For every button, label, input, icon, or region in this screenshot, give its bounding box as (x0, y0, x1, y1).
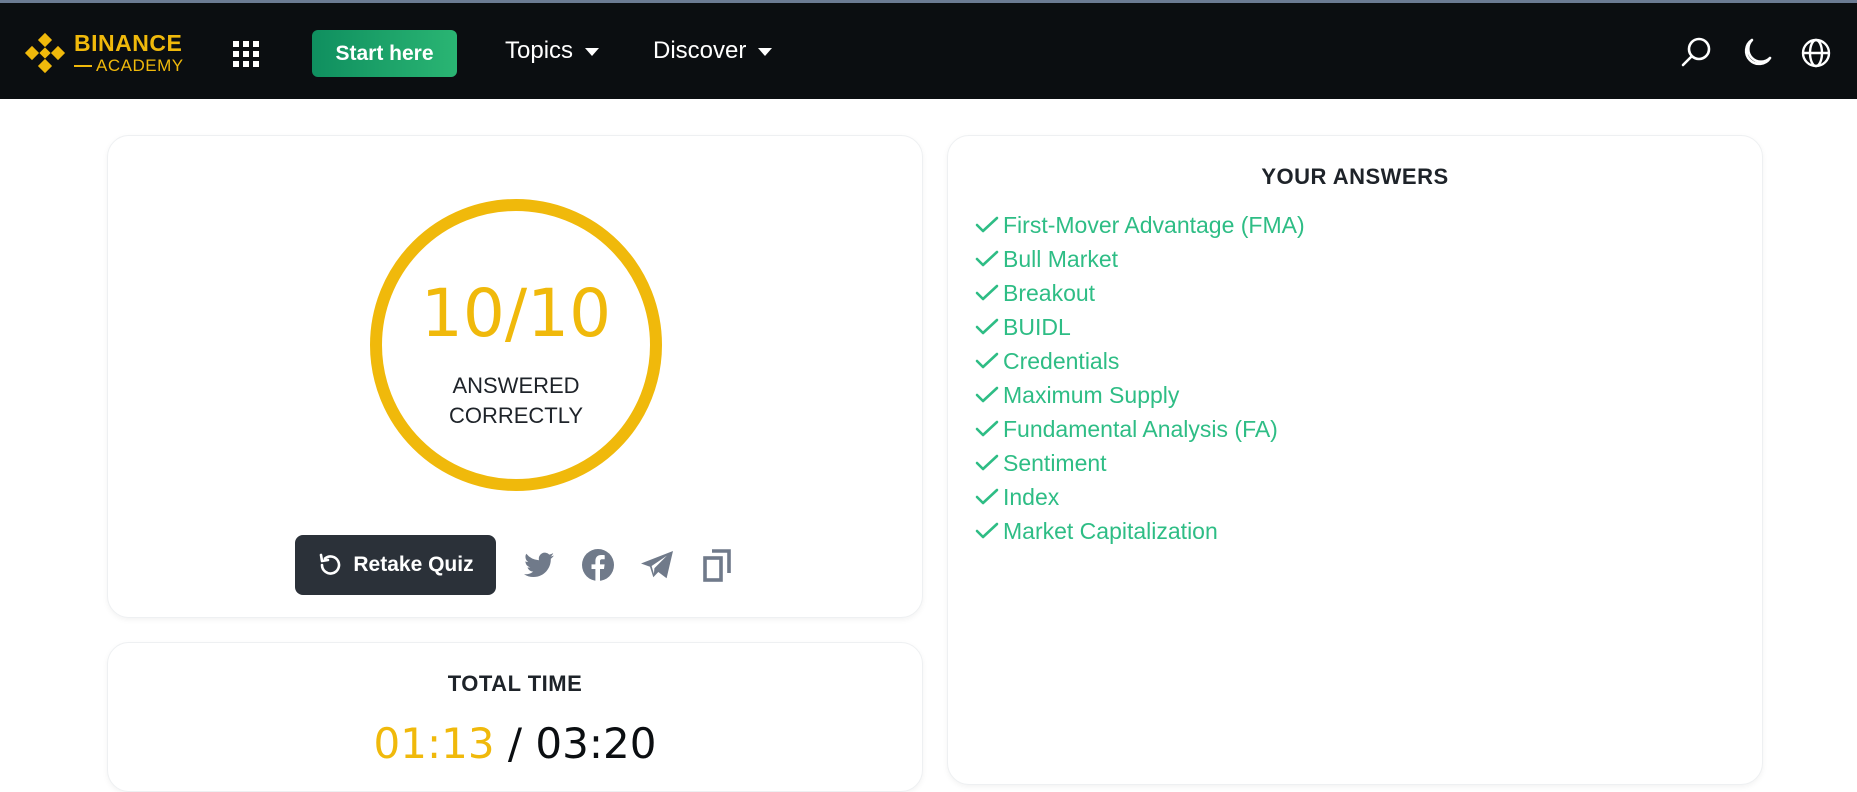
logo-text-academy: ACADEMY (74, 57, 184, 74)
twitter-icon[interactable] (521, 547, 557, 583)
apps-grid-icon[interactable] (233, 41, 259, 67)
answer-label: Maximum Supply (1003, 381, 1180, 408)
check-icon (975, 420, 999, 437)
answers-title: YOUR ANSWERS (1261, 164, 1449, 189)
time-separator: / (494, 719, 536, 768)
telegram-icon[interactable] (639, 547, 675, 583)
answer-label: Bull Market (1003, 245, 1119, 272)
check-icon (975, 454, 999, 471)
answer-item: Index (975, 480, 1305, 514)
answer-label: Sentiment (1003, 449, 1107, 476)
answer-item: Maximum Supply (975, 378, 1305, 412)
nav-topics-dropdown[interactable]: Topics (505, 37, 600, 65)
check-icon (975, 386, 999, 403)
answer-item: Credentials (975, 344, 1305, 378)
score-value: 10/10 (420, 275, 612, 352)
answer-item: Bull Market (975, 242, 1305, 276)
answer-item: Breakout (975, 276, 1305, 310)
answer-label: First-Mover Advantage (FMA) (1003, 211, 1305, 238)
retake-quiz-label: Retake Quiz (353, 553, 474, 576)
retake-quiz-button[interactable]: Retake Quiz (295, 535, 496, 595)
logo-text-binance: BINANCE (74, 30, 183, 56)
binance-logo-icon (24, 32, 66, 74)
search-icon[interactable] (1679, 36, 1713, 70)
answer-label: Breakout (1003, 279, 1096, 306)
check-icon (975, 522, 999, 539)
score-caption-line2: CORRECTLY (448, 403, 584, 428)
nav-discover-label: Discover (653, 37, 747, 64)
check-icon (975, 318, 999, 335)
check-icon (975, 216, 999, 233)
score-caption-line1: ANSWERED (452, 373, 580, 398)
binance-academy-logo[interactable]: BINANCE ACADEMY (22, 30, 184, 76)
check-icon (975, 250, 999, 267)
score-caption: ANSWERED CORRECTLY (382, 371, 650, 431)
total-time-value: 01:13 / 03:20 (108, 719, 922, 768)
chevron-down-icon (585, 48, 600, 56)
check-icon (975, 488, 999, 505)
your-answers-card: YOUR ANSWERS First-Mover Advantage (FMA)… (947, 135, 1763, 785)
answer-item: BUIDL (975, 310, 1305, 344)
answer-label: BUIDL (1003, 313, 1071, 340)
top-navigation-bar: BINANCE ACADEMY Start here Topics Discov… (0, 0, 1857, 99)
answer-list: First-Mover Advantage (FMA) Bull Market … (975, 208, 1305, 548)
answer-item: Fundamental Analysis (FA) (975, 412, 1305, 446)
time-elapsed: 01:13 (373, 719, 495, 768)
chevron-down-icon (758, 48, 773, 56)
score-ring: 10/10 ANSWERED CORRECTLY (370, 199, 662, 491)
start-here-button[interactable]: Start here (312, 30, 457, 77)
quiz-score-card: 10/10 ANSWERED CORRECTLY Retake Quiz (107, 135, 923, 618)
total-time-title: TOTAL TIME (447, 671, 583, 696)
check-icon (975, 284, 999, 301)
nav-topics-label: Topics (505, 37, 574, 64)
answer-item: First-Mover Advantage (FMA) (975, 208, 1305, 242)
nav-discover-dropdown[interactable]: Discover (653, 37, 773, 65)
answer-label: Credentials (1003, 347, 1120, 374)
check-icon (975, 352, 999, 369)
globe-icon[interactable] (1799, 36, 1833, 70)
retake-icon (320, 553, 341, 575)
answer-label: Market Capitalization (1003, 517, 1218, 544)
answer-item: Market Capitalization (975, 514, 1305, 548)
answer-label: Fundamental Analysis (FA) (1003, 415, 1278, 442)
time-total: 03:20 (535, 719, 657, 768)
answer-label: Index (1003, 483, 1060, 510)
copy-icon[interactable] (700, 547, 736, 583)
facebook-icon[interactable] (580, 547, 616, 583)
answer-item: Sentiment (975, 446, 1305, 480)
moon-icon[interactable] (1740, 36, 1774, 70)
